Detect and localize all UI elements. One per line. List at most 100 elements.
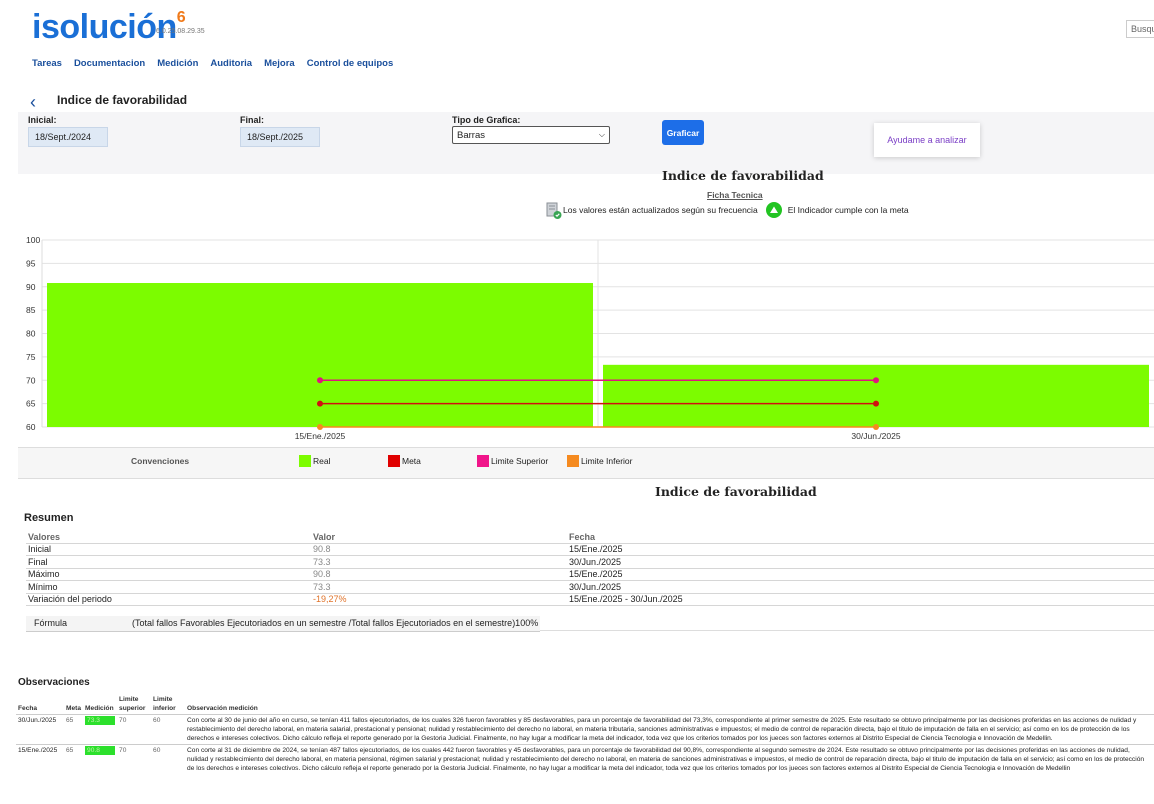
summary-value: 73.3 (311, 555, 567, 569)
chevron-down-icon: ⌵ (598, 130, 605, 139)
y-tick-label: 90 (26, 282, 36, 292)
y-tick-label: 65 (26, 399, 36, 409)
limite-superior-point (317, 377, 323, 384)
x-tick-label: 15/Ene./2025 (295, 431, 346, 441)
legend-swatch-limite-inferior (567, 455, 579, 467)
summary-table: Valores Valor Fecha Inicial 90.8 15/Ene./2… (26, 531, 1154, 606)
obs-fecha: 30/Jun./2025 (18, 717, 57, 724)
legend-item-meta: Meta (388, 455, 421, 467)
obs-header: Fecha (18, 705, 38, 712)
y-tick-label: 85 (26, 305, 36, 315)
status-updated-text: Los valores están actualizados según su … (563, 205, 758, 215)
observaciones-heading: Observaciones (18, 677, 90, 688)
search-input[interactable]: Busqu (1126, 20, 1154, 38)
bar-real (603, 364, 1149, 427)
obs-fecha: 15/Ene./2025 (18, 747, 58, 754)
legend-item-limite-inferior: Limite Inferior (567, 455, 633, 467)
obs-header: Medición (85, 705, 114, 712)
final-date-input[interactable]: 18/Sept./2025 (240, 127, 320, 147)
nav-documentacion[interactable]: Documentacion (74, 58, 145, 69)
summary-label: Mínimo (26, 580, 311, 594)
status-meta-text: El Indicador cumple con la meta (787, 205, 909, 215)
logo-text: isolución (32, 8, 177, 46)
summary-date: 30/Jun./2025 (567, 555, 1154, 569)
summary-date: 15/Ene./2025 - 30/Jun./2025 (567, 593, 1154, 606)
summary-value: 73.3 (311, 580, 567, 594)
obs-limite-inferior: 60 (153, 717, 161, 724)
meta-ok-icon (765, 202, 782, 218)
summary-header: Valores (26, 531, 311, 544)
chart-title: Indice de favorabilidad (662, 168, 824, 183)
obs-medicion-cell: 90.8 (83, 745, 117, 775)
table-row: 15/Ene./2025 65 90.8 70 60 Con corte al … (16, 744, 1154, 775)
obs-meta: 65 (66, 747, 74, 754)
main-nav: Tareas Documentacion Medición Auditoria … (32, 58, 393, 69)
chevron-left-icon[interactable]: ‹ (30, 92, 36, 113)
ayudame-button[interactable]: Ayudame a analizar (874, 123, 980, 157)
tipo-grafica-value: Barras (457, 129, 485, 141)
inicial-date-input[interactable]: 18/Sept./2024 (28, 127, 108, 147)
summary-header: Fecha (567, 531, 1154, 544)
y-tick-label: 80 (26, 329, 36, 339)
meta-point (873, 400, 879, 407)
summary-value: -19,27% (311, 593, 567, 606)
nav-control-equipos[interactable]: Control de equipos (307, 58, 394, 69)
y-tick-label: 70 (26, 375, 36, 385)
y-tick-label: 75 (26, 352, 36, 362)
obs-header: Limite inferior (153, 696, 176, 712)
obs-limite-inferior: 60 (153, 747, 161, 754)
table-row: 30/Jun./2025 65 73.3 70 60 Con corte al … (16, 714, 1154, 745)
legend-title: Convenciones (131, 456, 190, 466)
nav-tareas[interactable]: Tareas (32, 58, 62, 69)
obs-text: Con corte al 31 de diciembre de 2024, se… (187, 747, 1145, 772)
table-row: Máximo 90.8 15/Ene./2025 (26, 568, 1154, 581)
legend-label-limite-inferior: Limite Inferior (581, 456, 633, 466)
summary-date: 30/Jun./2025 (567, 580, 1154, 594)
ficha-tecnica-link[interactable]: Ficha Tecnica (707, 190, 763, 200)
graficar-button[interactable]: Graficar (662, 120, 704, 145)
page-title: Indice de favorabilidad (57, 93, 188, 107)
table-row: Final 73.3 30/Jun./2025 (26, 555, 1154, 569)
legend-item-real: Real (299, 455, 330, 467)
summary-value: 90.8 (311, 568, 567, 581)
limite-inferior-point (317, 424, 323, 430)
obs-header: Meta (66, 705, 82, 712)
table-row: Inicial 90.8 15/Ene./2025 (26, 543, 1154, 556)
summary-divider (540, 630, 1154, 631)
summary-header: Valor (311, 531, 567, 544)
obs-limite-superior: 70 (119, 747, 127, 754)
inicial-label: Inicial: (28, 115, 57, 125)
summary-label: Inicial (26, 543, 311, 556)
legend-label-limite-superior: Limite Superior (491, 456, 549, 466)
legend-label-meta: Meta (402, 456, 421, 466)
observations-header-row: Fecha Meta Medición Limite superior Limi… (16, 694, 1154, 715)
obs-limite-superior: 70 (119, 717, 127, 724)
resumen-heading: Resumen (24, 512, 74, 524)
legend-label-real: Real (313, 456, 331, 466)
nav-auditoria[interactable]: Auditoria (210, 58, 252, 69)
app-version: 6.0.25.08.29.35 (156, 28, 205, 35)
tipo-grafica-label: Tipo de Grafica: (452, 115, 521, 125)
y-tick-label: 95 (26, 258, 36, 268)
obs-header: Observación medición (187, 705, 258, 712)
summary-chart-title: Indice de favorabilidad (655, 484, 817, 499)
meta-point (317, 400, 323, 407)
obs-header: Limite superior (119, 696, 146, 712)
legend-swatch-limite-superior (477, 455, 489, 467)
formula-label: Fórmula (34, 618, 68, 628)
summary-header-row: Valores Valor Fecha (26, 531, 1154, 544)
summary-label: Variación del periodo (26, 593, 311, 606)
nav-medicion[interactable]: Medición (157, 58, 198, 69)
summary-label: Máximo (26, 568, 311, 581)
observations-table: Fecha Meta Medición Limite superior Limi… (16, 694, 1154, 774)
obs-meta: 65 (66, 717, 74, 724)
tipo-grafica-select[interactable]: Barras ⌵ (452, 126, 610, 144)
summary-date: 15/Ene./2025 (567, 543, 1154, 556)
limite-superior-point (873, 377, 879, 384)
legend-swatch-real (299, 455, 311, 467)
updated-document-icon (546, 202, 562, 219)
obs-medicion: 90.8 (85, 746, 116, 755)
nav-mejora[interactable]: Mejora (264, 58, 295, 69)
summary-date: 15/Ene./2025 (567, 568, 1154, 581)
formula-row: Fórmula (Total fallos Favorables Ejecuto… (26, 616, 540, 632)
